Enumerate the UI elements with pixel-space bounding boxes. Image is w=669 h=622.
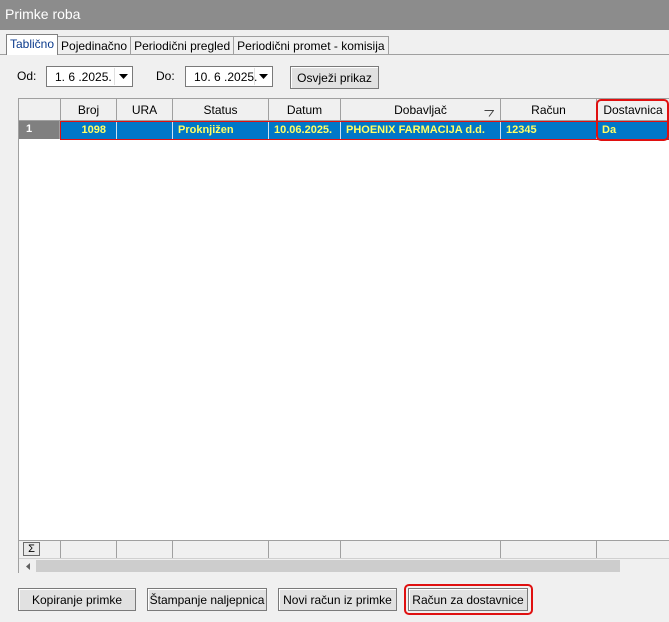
cell-dobavljac[interactable]: PHOENIX FARMACIJA d.d. — [341, 122, 501, 139]
tab-tablicno[interactable]: Tablično — [6, 34, 59, 55]
column-header-status[interactable]: Status — [173, 99, 269, 121]
scrollbar-thumb[interactable] — [36, 560, 620, 572]
tab-pojedinacno[interactable]: Pojedinačno — [57, 36, 132, 55]
invoice-for-delivery-notes-button[interactable]: Račun za dostavnice — [408, 588, 528, 611]
sum-cell-status — [173, 540, 269, 558]
column-header-dostavnica[interactable]: Dostavnica — [597, 99, 669, 121]
row-indicator-header — [19, 99, 61, 121]
from-date-value: 1. 6 .2025. — [55, 70, 112, 84]
column-header-datum[interactable]: Datum — [269, 99, 341, 121]
column-header-dobavljac-label: Dobavljač — [394, 103, 447, 117]
chevron-down-icon[interactable] — [254, 68, 271, 85]
column-header-broj[interactable]: Broj — [61, 99, 117, 121]
tab-periodicni-promet-komisija[interactable]: Periodični promet - komisija — [233, 36, 389, 55]
tab-strip: Tablično Pojedinačno Periodični pregled … — [6, 34, 389, 55]
column-header-ura[interactable]: URA — [117, 99, 173, 121]
from-date-label: Od: — [17, 69, 37, 83]
sum-cell-datum — [269, 540, 341, 558]
column-header-dobavljac[interactable]: Dobavljač — [341, 99, 501, 121]
tab-divider — [0, 54, 669, 55]
cell-racun[interactable]: 12345 — [501, 122, 597, 139]
sum-cell-racun — [501, 540, 597, 558]
cell-broj[interactable]: 1098 — [61, 122, 117, 139]
chevron-down-icon[interactable] — [114, 68, 131, 85]
refresh-button[interactable]: Osvježi prikaz — [290, 66, 379, 89]
sum-cell-broj — [61, 540, 117, 558]
row-indicator[interactable]: 1 — [19, 121, 60, 139]
horizontal-scrollbar[interactable] — [19, 558, 669, 573]
sum-cell-ura — [117, 540, 173, 558]
to-date-picker[interactable]: 10. 6 .2025. — [185, 66, 273, 87]
print-labels-button[interactable]: Štampanje naljepnica — [147, 588, 267, 611]
cell-datum[interactable]: 10.06.2025. — [269, 122, 341, 139]
to-date-label: Do: — [156, 69, 175, 83]
cell-status[interactable]: Proknjižen — [173, 122, 269, 139]
cell-ura[interactable] — [117, 122, 173, 139]
window-title-bar: Primke roba — [0, 0, 669, 30]
sum-cell-dostavnica — [597, 540, 669, 558]
primke-grid[interactable]: Broj URA Status Datum Dobavljač Račun Do… — [18, 98, 669, 573]
cell-dostavnica[interactable]: Da — [597, 122, 669, 139]
to-date-value: 10. 6 .2025. — [194, 70, 258, 84]
column-header-racun[interactable]: Račun — [501, 99, 597, 121]
new-invoice-from-receipt-button[interactable]: Novi račun iz primke — [278, 588, 397, 611]
sort-indicator-icon — [484, 106, 495, 120]
sum-cell-dobavljac — [341, 540, 501, 558]
tab-periodicni-pregled[interactable]: Periodični pregled — [130, 36, 235, 55]
window-title: Primke roba — [5, 6, 81, 22]
sum-icon[interactable]: Σ — [23, 542, 40, 556]
scroll-left-icon[interactable] — [20, 560, 35, 573]
from-date-picker[interactable]: 1. 6 .2025. — [46, 66, 133, 87]
copy-receipt-button[interactable]: Kopiranje primke — [18, 588, 136, 611]
